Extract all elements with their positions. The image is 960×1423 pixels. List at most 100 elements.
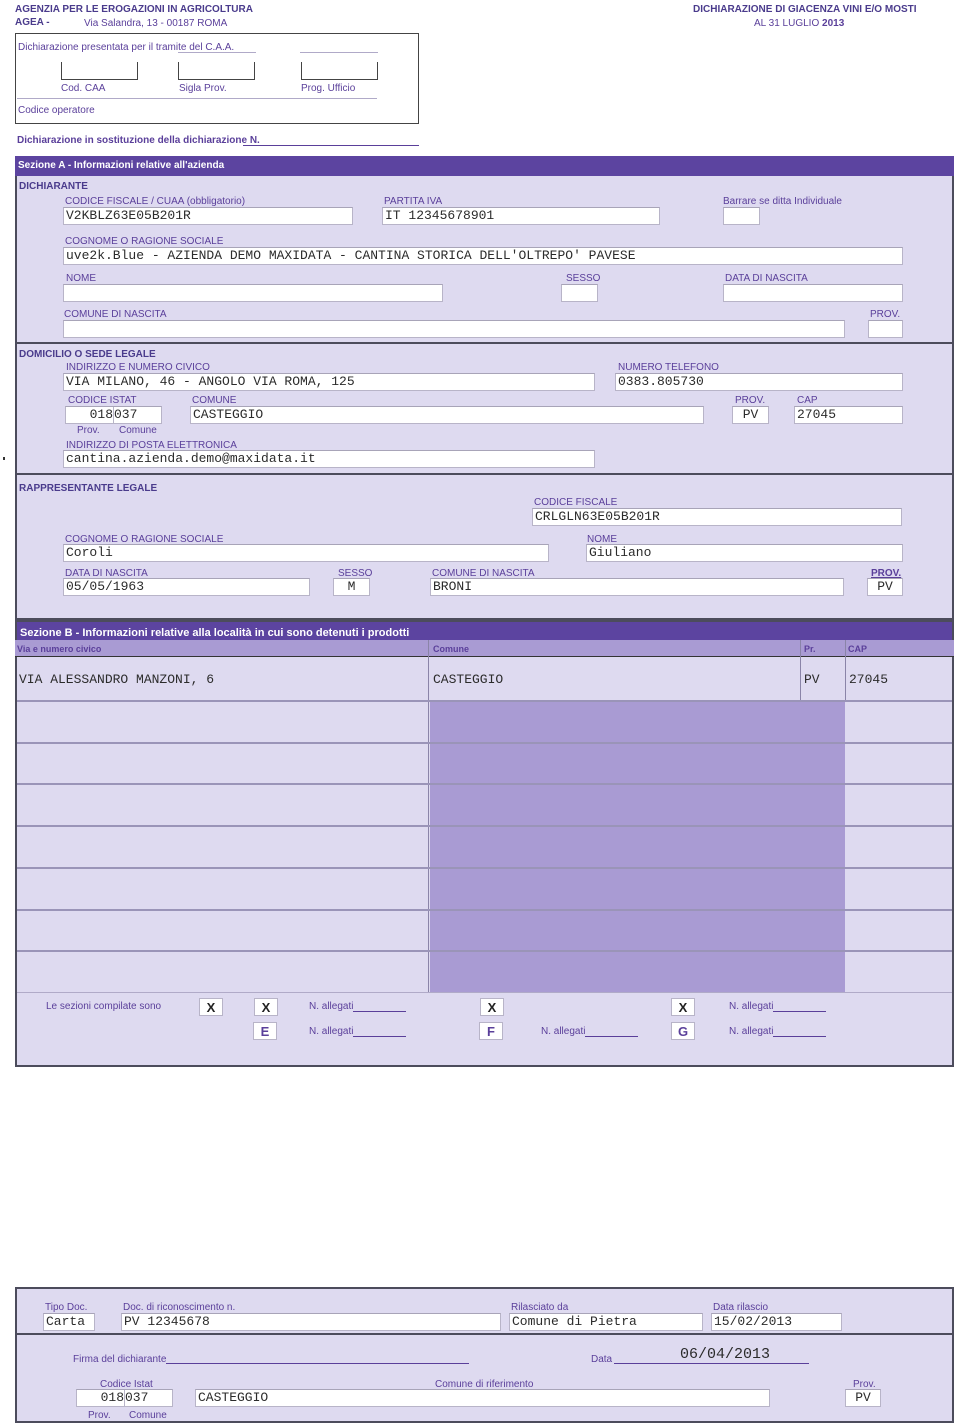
caa-divider bbox=[17, 98, 377, 99]
data-nascita-field[interactable] bbox=[723, 284, 903, 302]
rapp-nome-field[interactable]: Giuliano bbox=[586, 544, 903, 562]
firma-label: Firma del dichiarante bbox=[73, 1354, 167, 1365]
document-title: DICHIARAZIONE DI GIACENZA VINI E/O MOSTI bbox=[693, 4, 917, 15]
indirizzo-field[interactable]: VIA MILANO, 46 - ANGOLO VIA ROMA, 125 bbox=[63, 373, 595, 391]
col-divider bbox=[428, 700, 429, 992]
sezione-c-checkbox[interactable]: X bbox=[480, 998, 504, 1016]
istat-comune-value: 037 bbox=[114, 407, 138, 422]
rapp-cognome-field[interactable]: Coroli bbox=[63, 544, 549, 562]
agency-address: Via Salandra, 13 - 00187 ROMA bbox=[84, 18, 228, 29]
firma-input[interactable] bbox=[166, 1363, 469, 1364]
table-row bbox=[17, 950, 952, 952]
tipo-doc-field[interactable]: Carta bbox=[43, 1313, 95, 1331]
section-divider bbox=[15, 342, 954, 344]
col-header-via: Via e numero civico bbox=[17, 644, 102, 654]
rilasciato-field[interactable]: Comune di Pietra bbox=[509, 1313, 703, 1331]
rapp-data-nascita-field[interactable]: 05/05/1963 bbox=[63, 578, 310, 596]
table-row bbox=[17, 742, 952, 744]
data-rilascio-field[interactable]: 15/02/2013 bbox=[711, 1313, 842, 1331]
allegati-input[interactable] bbox=[773, 1036, 826, 1037]
istat-prov-value: 018 bbox=[66, 407, 114, 423]
allegati-label: N. allegati bbox=[729, 1001, 774, 1012]
sezione-a-checkbox[interactable]: X bbox=[199, 998, 223, 1016]
cap-field[interactable]: 27045 bbox=[794, 406, 903, 424]
agency-name: AGENZIA PER LE EROGAZIONI IN AGRICOLTURA bbox=[15, 4, 253, 15]
agea-label: AGEA - bbox=[15, 17, 50, 28]
footer-istat-comune-value: 037 bbox=[125, 1390, 149, 1405]
allegati-label: N. allegati bbox=[541, 1026, 586, 1037]
rapp-sesso-field[interactable]: M bbox=[333, 578, 370, 596]
comune-nascita-field[interactable] bbox=[63, 320, 845, 338]
nome-field[interactable] bbox=[63, 284, 443, 302]
ditta-individuale-checkbox[interactable] bbox=[723, 207, 760, 225]
allegati-input[interactable] bbox=[353, 1036, 406, 1037]
table-cell-comune: CASTEGGIO bbox=[433, 672, 504, 687]
sesso-field[interactable] bbox=[561, 284, 598, 302]
rapp-comune-nascita-field[interactable]: BRONI bbox=[430, 578, 844, 596]
sezione-f-checkbox[interactable]: F bbox=[479, 1022, 503, 1040]
document-date-prefix: AL 31 LUGLIO bbox=[754, 18, 820, 29]
allegati-input[interactable] bbox=[773, 1011, 826, 1012]
comune-field[interactable]: CASTEGGIO bbox=[190, 406, 704, 424]
col-header-pr: Pr. bbox=[804, 644, 816, 654]
cod-caa-input[interactable] bbox=[61, 62, 138, 80]
section-divider bbox=[15, 473, 954, 475]
sezione-e-checkbox[interactable]: E bbox=[253, 1022, 277, 1040]
sezione-g-checkbox[interactable]: G bbox=[671, 1022, 695, 1040]
rapp-prov-field[interactable]: PV bbox=[867, 578, 903, 596]
document-year: 2013 bbox=[822, 18, 845, 29]
col-divider bbox=[800, 640, 801, 700]
cognome-field[interactable]: uve2k.Blue - AZIENDA DEMO MAXIDATA - CAN… bbox=[63, 247, 903, 265]
codice-operatore-label: Codice operatore bbox=[18, 105, 95, 116]
sesso-label: SESSO bbox=[566, 273, 601, 284]
table-cell-via: VIA ALESSANDRO MANZONI, 6 bbox=[19, 672, 215, 687]
footer-prov-field[interactable]: PV bbox=[845, 1389, 881, 1407]
comune-label: COMUNE bbox=[192, 395, 237, 406]
indirizzo-label: INDIRIZZO E NUMERO CIVICO bbox=[66, 362, 210, 373]
data-label: Data bbox=[591, 1354, 613, 1365]
rilasciato-label: Rilasciato da bbox=[511, 1302, 569, 1313]
domicilio-prov-label: PROV. bbox=[735, 395, 766, 406]
sezione-b-checkbox[interactable]: X bbox=[254, 998, 278, 1016]
sezione-b-title: Sezione B - Informazioni relative alla l… bbox=[15, 620, 954, 640]
dichiarante-heading: DICHIARANTE bbox=[19, 181, 88, 192]
istat-prov-label: Prov. bbox=[77, 425, 100, 436]
comune-column-highlight bbox=[430, 702, 845, 992]
telefono-label: NUMERO TELEFONO bbox=[618, 362, 719, 373]
sezione-d-checkbox[interactable]: X bbox=[671, 998, 695, 1016]
sezioni-compilate-label: Le sezioni compilate sono bbox=[46, 1001, 162, 1012]
table-row bbox=[17, 909, 952, 911]
doc-num-field[interactable]: PV 12345678 bbox=[121, 1313, 501, 1331]
rapp-codice-fiscale-field[interactable]: CRLGLN63E05B201R bbox=[532, 508, 902, 526]
codice-istat-field[interactable]: 018037 bbox=[65, 406, 162, 424]
sostituzione-input[interactable] bbox=[243, 145, 419, 146]
allegati-input[interactable] bbox=[353, 1011, 406, 1012]
codice-fiscale-field[interactable]: V2KBLZ63E05B201R bbox=[63, 207, 353, 225]
doc-num-label: Doc. di riconoscimento n. bbox=[123, 1302, 236, 1313]
rappresentante-heading: RAPPRESENTANTE LEGALE bbox=[19, 483, 158, 494]
codice-istat-label: CODICE ISTAT bbox=[68, 395, 137, 406]
allegati-input[interactable] bbox=[585, 1036, 638, 1037]
ditta-individuale-label: Barrare se ditta Individuale bbox=[723, 196, 842, 207]
document-date: AL 31 LUGLIO 2013 bbox=[754, 18, 844, 29]
domicilio-prov-field[interactable]: PV bbox=[732, 406, 769, 424]
nome-label: NOME bbox=[66, 273, 96, 284]
table-bottom-line bbox=[17, 992, 952, 993]
partita-iva-field[interactable]: IT 12345678901 bbox=[382, 207, 660, 225]
col-header-comune: Comune bbox=[433, 644, 469, 654]
codice-fiscale-label: CODICE FISCALE / CUAA (obbligatorio) bbox=[65, 196, 246, 207]
allegati-label: N. allegati bbox=[309, 1026, 354, 1037]
table-row bbox=[17, 783, 952, 785]
prog-ufficio-input[interactable] bbox=[301, 62, 378, 80]
caa-line bbox=[178, 52, 256, 53]
col-divider bbox=[428, 640, 429, 700]
footer-codice-istat-field[interactable]: 018037 bbox=[76, 1389, 173, 1407]
email-field[interactable]: cantina.azienda.demo@maxidata.it bbox=[63, 450, 595, 468]
comune-rif-field[interactable]: CASTEGGIO bbox=[195, 1389, 770, 1407]
data-value[interactable]: 06/04/2013 bbox=[680, 1346, 770, 1363]
prov-field[interactable] bbox=[868, 320, 903, 338]
prog-ufficio-label: Prog. Ufficio bbox=[301, 83, 356, 94]
sigla-prov-input[interactable] bbox=[178, 62, 255, 80]
prov-label: PROV. bbox=[870, 309, 901, 320]
telefono-field[interactable]: 0383.805730 bbox=[615, 373, 903, 391]
